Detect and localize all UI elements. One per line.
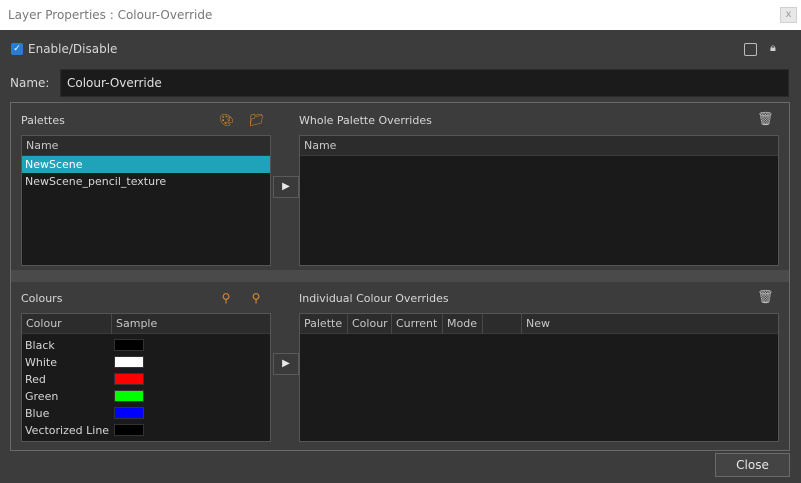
list-item[interactable]: NewScene_pencil_texture <box>22 173 270 190</box>
palettes-column-name: Name <box>26 139 59 152</box>
column-new: New <box>526 317 550 330</box>
name-label: Name: <box>10 76 50 90</box>
colours-column-sample: Sample <box>116 317 158 330</box>
colours-column-colour: Colour <box>26 317 62 330</box>
table-row[interactable]: Blue <box>22 405 270 422</box>
enable-checkbox[interactable]: ✓ <box>11 43 23 55</box>
table-row[interactable]: Red <box>22 371 270 388</box>
dropper-plus-icon[interactable]: ⚲ <box>249 291 263 305</box>
palettes-list: Name NewScene NewScene_pencil_texture <box>21 135 271 266</box>
add-palette-override-button[interactable]: ▶ <box>273 176 299 198</box>
palettes-title: Palettes <box>21 114 65 127</box>
column-current: Current <box>396 317 438 330</box>
title-bar: Layer Properties : Colour-Override x <box>0 0 801 30</box>
colours-header: Colour Sample <box>22 314 270 334</box>
enable-label: Enable/Disable <box>28 42 118 56</box>
table-row[interactable]: Black <box>22 337 270 354</box>
window-title: Layer Properties : Colour-Override <box>8 8 213 22</box>
palettes-header: Name <box>22 136 270 156</box>
list-item[interactable]: NewScene <box>22 156 270 173</box>
column-colour: Colour <box>352 317 388 330</box>
color-swatch <box>114 356 144 368</box>
column-palette: Palette <box>304 317 343 330</box>
whole-overrides-list: Name <box>299 135 779 266</box>
whole-overrides-header: Name <box>300 136 778 156</box>
whole-overrides-title: Whole Palette Overrides <box>299 114 432 127</box>
color-swatch <box>114 424 144 436</box>
color-swatch <box>114 407 144 419</box>
color-swatch <box>114 339 144 351</box>
dropper-icon[interactable]: ⚲ <box>219 291 233 305</box>
lock-icon[interactable]: 🔒︎ <box>770 41 776 55</box>
trash-icon[interactable]: 🗑︎ <box>757 113 774 127</box>
close-button[interactable]: Close <box>715 453 790 477</box>
folder-icon[interactable]: 📁︎ <box>249 113 264 127</box>
table-row[interactable]: White <box>22 354 270 371</box>
individual-overrides-title: Individual Colour Overrides <box>299 292 449 305</box>
window-close-button[interactable]: x <box>780 7 797 23</box>
colours-list: Colour Sample Black White Red Green Blue… <box>21 313 271 442</box>
individual-overrides-header: Palette Colour Current Mode New <box>300 314 778 334</box>
trash-icon[interactable]: 🗑︎ <box>757 291 774 305</box>
table-row[interactable]: Green <box>22 388 270 405</box>
whole-overrides-column-name: Name <box>304 139 337 152</box>
individual-overrides-list: Palette Colour Current Mode New <box>299 313 779 442</box>
color-swatch <box>114 390 144 402</box>
add-colour-override-button[interactable]: ▶ <box>273 353 299 375</box>
colours-title: Colours <box>21 292 63 305</box>
table-row[interactable]: Vectorized Line <box>22 422 270 439</box>
section-splitter[interactable] <box>11 270 789 282</box>
toggle-checkbox[interactable] <box>744 43 757 56</box>
column-mode: Mode <box>447 317 477 330</box>
name-input[interactable]: Colour-Override <box>60 69 789 97</box>
palette-browser-icon[interactable]: 🎨︎ <box>219 113 234 127</box>
color-swatch <box>114 373 144 385</box>
